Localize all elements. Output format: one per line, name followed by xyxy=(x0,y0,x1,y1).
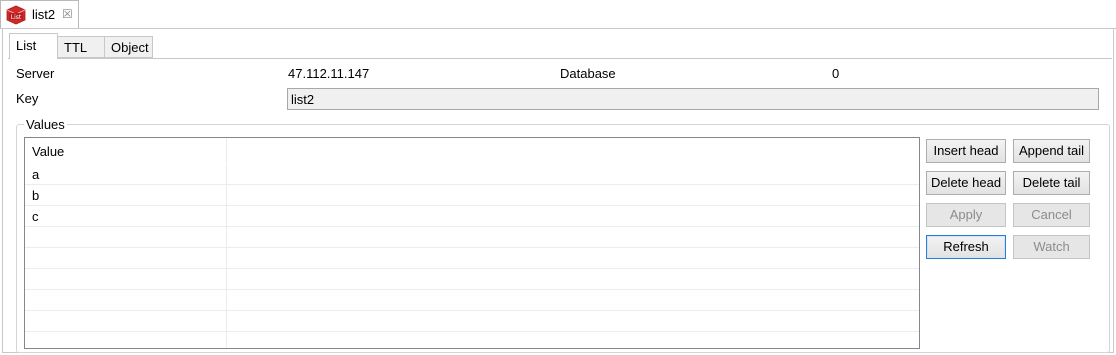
editor-tab-label: list2 xyxy=(32,7,56,22)
row-divider xyxy=(25,268,919,269)
key-field[interactable]: list2 xyxy=(287,88,1099,110)
values-table[interactable]: Value a b c xyxy=(24,137,920,349)
values-group-label: Values xyxy=(24,117,67,132)
inner-tab-divider xyxy=(8,58,1112,59)
redis-list-icon: List xyxy=(5,5,27,25)
row-divider xyxy=(25,310,919,311)
row-divider xyxy=(25,184,919,185)
tab-object[interactable]: Object xyxy=(104,36,153,58)
value-column-header[interactable]: Value xyxy=(32,144,64,159)
svg-text:List: List xyxy=(11,14,22,21)
row-divider xyxy=(25,247,919,248)
database-value: 0 xyxy=(832,66,840,81)
cancel-button[interactable]: Cancel xyxy=(1013,203,1090,227)
apply-button[interactable]: Apply xyxy=(926,203,1006,227)
delete-tail-button[interactable]: Delete tail xyxy=(1013,171,1090,195)
row-divider xyxy=(25,289,919,290)
key-label: Key xyxy=(16,91,39,106)
editor-tab-list2[interactable]: List list2 ☒ xyxy=(0,0,79,28)
server-label: Server xyxy=(16,66,55,81)
row-divider xyxy=(25,331,919,332)
tab-ttl[interactable]: TTL xyxy=(57,36,105,58)
server-value: 47.112.11.147 xyxy=(288,66,370,81)
database-label: Database xyxy=(560,66,616,81)
header-line xyxy=(25,164,919,165)
append-tail-button[interactable]: Append tail xyxy=(1013,139,1090,163)
row-divider xyxy=(25,226,919,227)
row-divider xyxy=(25,205,919,206)
close-icon[interactable]: ☒ xyxy=(62,7,73,21)
editor-tab-bar xyxy=(0,0,1116,29)
tab-list[interactable]: List xyxy=(9,33,58,59)
refresh-button[interactable]: Refresh xyxy=(926,235,1006,259)
column-divider xyxy=(226,138,227,348)
watch-button[interactable]: Watch xyxy=(1013,235,1090,259)
table-row[interactable]: a xyxy=(32,167,39,182)
insert-head-button[interactable]: Insert head xyxy=(926,139,1006,163)
table-row[interactable]: b xyxy=(32,188,39,203)
table-row[interactable]: c xyxy=(32,209,39,224)
delete-head-button[interactable]: Delete head xyxy=(926,171,1006,195)
